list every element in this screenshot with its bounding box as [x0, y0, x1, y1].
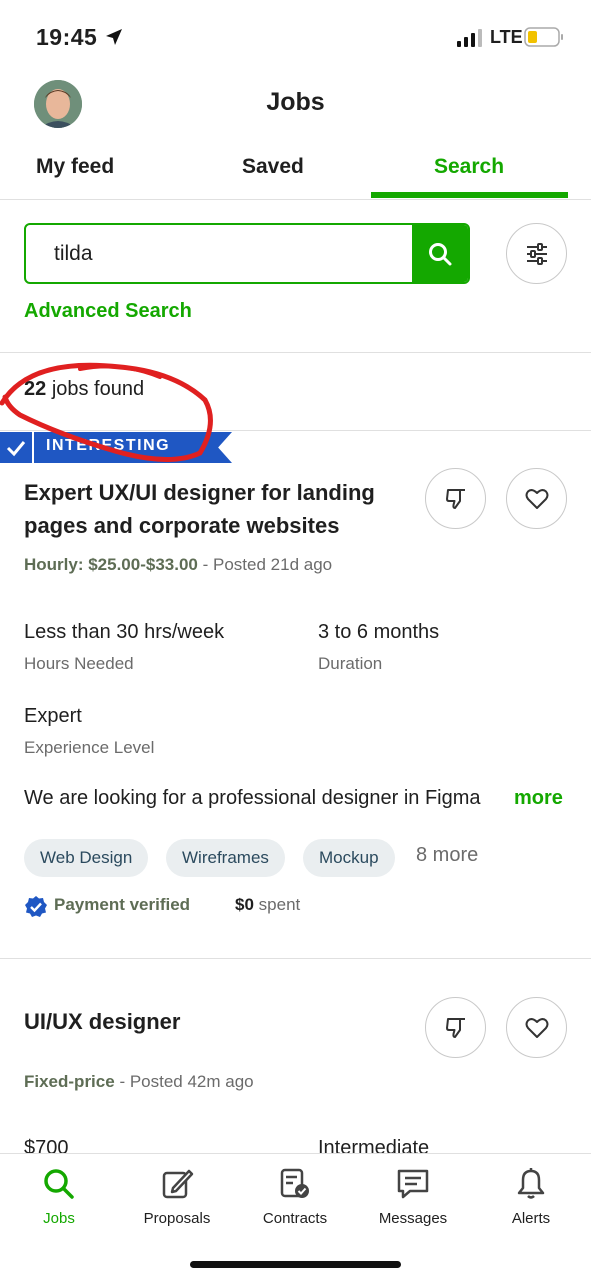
description-more-link[interactable]: more [514, 787, 563, 810]
heart-icon [525, 1017, 548, 1038]
heart-icon [525, 488, 548, 509]
job-title[interactable]: Expert UX/UI designer for landing pages … [24, 476, 424, 542]
dislike-button[interactable] [425, 997, 486, 1058]
divider [0, 430, 591, 431]
nav-label: Alerts [511, 1210, 551, 1227]
nav-label: Messages [378, 1210, 448, 1227]
results-count-number: 22 [24, 378, 47, 400]
save-job-button[interactable] [506, 468, 567, 529]
search-button[interactable] [412, 225, 468, 282]
skill-chip[interactable]: Wireframes [166, 839, 285, 877]
location-arrow-icon [106, 29, 122, 45]
duration-label: Duration [318, 654, 383, 673]
interesting-badge: INTERESTING [0, 432, 232, 463]
more-skills-count[interactable]: 8 more [416, 844, 478, 867]
results-count-label: jobs found [51, 378, 145, 400]
tab-my-feed[interactable]: My feed [36, 155, 114, 199]
nav-proposals[interactable]: Proposals [122, 1166, 232, 1227]
thumbs-down-icon [445, 488, 465, 509]
bell-icon [517, 1168, 545, 1199]
message-icon [397, 1169, 429, 1199]
nav-label: Proposals [143, 1210, 211, 1227]
job-posted: - Posted 42m ago [119, 1072, 254, 1091]
hours-label: Hours Needed [24, 654, 134, 673]
hours-value: Less than 30 hrs/week [24, 621, 225, 643]
save-job-button[interactable] [506, 997, 567, 1058]
search-icon [44, 1169, 74, 1199]
nav-label: Jobs [43, 1210, 75, 1227]
experience-label: Experience Level [24, 738, 155, 757]
results-count: 22 jobs found [24, 378, 144, 401]
status-time: 19:45 [36, 24, 98, 50]
job-meta: Hourly: $25.00-$33.00 - Posted 21d ago [24, 555, 332, 575]
proposal-icon [162, 1169, 194, 1199]
badge-label: INTERESTING [46, 437, 171, 454]
job-meta: Fixed-price - Posted 42m ago [24, 1072, 254, 1092]
search-icon [429, 242, 452, 265]
nav-contracts[interactable]: Contracts [240, 1166, 350, 1227]
search-box [24, 223, 470, 284]
thumbs-down-icon [445, 1017, 465, 1038]
job-description: We are looking for a professional design… [24, 787, 481, 809]
client-spent: $0 spent [235, 895, 300, 915]
skill-chip[interactable]: Mockup [303, 839, 395, 877]
job-title[interactable]: UI/UX designer [24, 1005, 424, 1038]
divider [0, 958, 591, 959]
contract-icon [280, 1168, 309, 1198]
active-tab-indicator [371, 192, 568, 198]
skill-chip[interactable]: Web Design [24, 839, 149, 877]
verified-badge-icon [25, 896, 47, 917]
tab-saved[interactable]: Saved [242, 155, 304, 199]
job-posted: - Posted 21d ago [202, 555, 333, 574]
nav-alerts[interactable]: Alerts [476, 1166, 586, 1227]
search-input[interactable] [26, 225, 416, 282]
nav-messages[interactable]: Messages [358, 1166, 468, 1227]
filter-button[interactable] [506, 223, 567, 284]
filter-sliders-icon [526, 242, 547, 265]
divider [0, 352, 591, 353]
job-rate: Fixed-price [24, 1072, 115, 1091]
page-title: Jobs [266, 88, 325, 116]
home-indicator [190, 1261, 401, 1268]
spent-label: spent [258, 895, 301, 914]
advanced-search-link[interactable]: Advanced Search [24, 300, 192, 323]
battery-icon [524, 27, 563, 47]
check-icon [0, 432, 32, 463]
nav-jobs[interactable]: Jobs [4, 1166, 114, 1227]
payment-verified-label: Payment verified [54, 895, 191, 914]
job-rate: Hourly: $25.00-$33.00 [24, 555, 198, 574]
dislike-button[interactable] [425, 468, 486, 529]
experience-value: Expert [24, 705, 82, 727]
spent-amount: $0 [235, 895, 254, 914]
network-type: LTE [490, 27, 523, 47]
signal-icon [457, 29, 482, 47]
nav-label: Contracts [262, 1210, 328, 1227]
status-bar: 19:45 LTE [0, 0, 591, 70]
duration-value: 3 to 6 months [318, 621, 440, 643]
